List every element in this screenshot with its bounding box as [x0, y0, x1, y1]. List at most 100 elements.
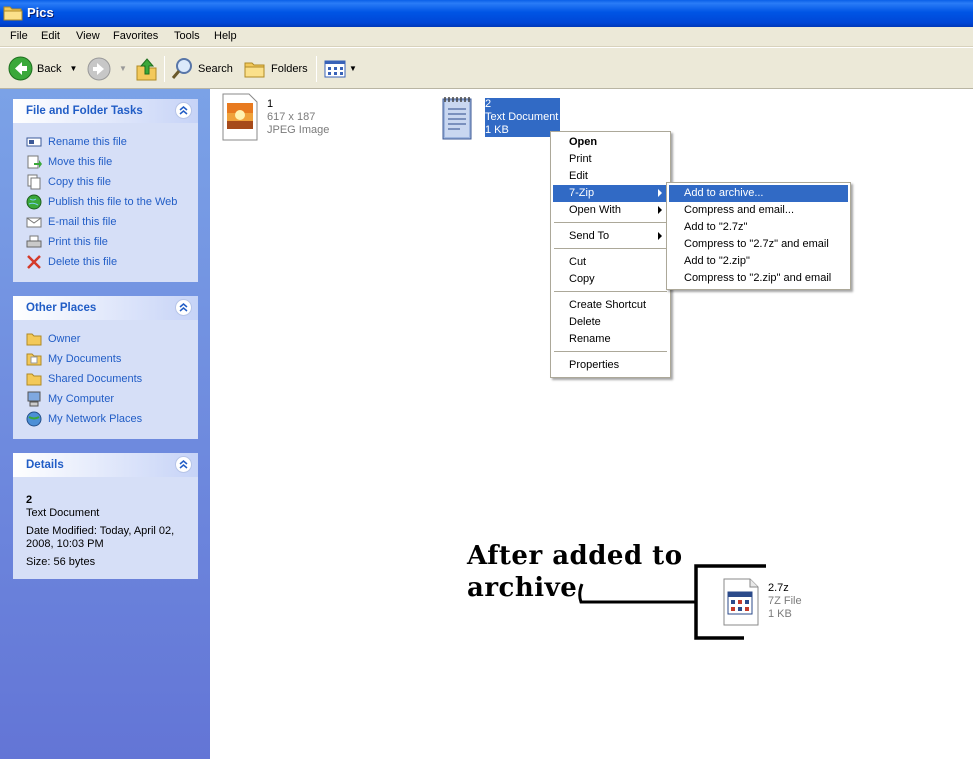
file-2-type: Text Document: [485, 111, 559, 123]
notepad-icon: [442, 97, 472, 140]
copy-file-link[interactable]: Copy this file: [26, 174, 111, 190]
menu-item-copy[interactable]: Copy: [569, 271, 595, 288]
file-folder-tasks-title: File and Folder Tasks: [26, 105, 143, 117]
delete-file-label: Delete this file: [48, 256, 118, 268]
place-shared-documents-label: Shared Documents: [48, 373, 143, 385]
place-network-link[interactable]: My Network Places: [26, 411, 142, 427]
collapse-chevron-icon[interactable]: [175, 456, 192, 473]
email-icon: [26, 217, 42, 228]
menu-separator: [554, 291, 667, 292]
rename-file-link[interactable]: Rename this file: [26, 134, 127, 150]
email-file-label: E-mail this file: [48, 216, 117, 228]
menu-item-7zip[interactable]: 7-Zip: [553, 185, 668, 202]
print-file-link[interactable]: Print this file: [26, 234, 108, 250]
move-icon: [27, 155, 42, 169]
menu-tools[interactable]: Tools: [174, 30, 200, 42]
forward-arrow-icon: [87, 57, 111, 80]
menu-item-properties[interactable]: Properties: [569, 357, 619, 374]
file-2-text[interactable]: [441, 95, 473, 144]
jpeg-image-icon: [222, 93, 258, 141]
file-folder-tasks-header[interactable]: File and Folder Tasks: [13, 99, 198, 123]
submenu-compress-7z-email[interactable]: Compress to "2.7z" and email: [684, 236, 829, 253]
place-owner-link[interactable]: Owner: [26, 331, 80, 347]
menu-favorites[interactable]: Favorites: [113, 30, 158, 42]
email-file-link[interactable]: E-mail this file: [26, 214, 116, 230]
menu-item-open[interactable]: Open: [569, 134, 597, 151]
back-button[interactable]: Back ▼: [8, 48, 77, 89]
file-1-dimensions: 617 x 187: [267, 111, 316, 123]
search-button[interactable]: Search: [171, 48, 233, 89]
publish-file-link[interactable]: Publish this file to the Web: [26, 194, 177, 210]
folder-icon: [26, 333, 42, 346]
other-places-header[interactable]: Other Places: [13, 296, 198, 320]
collapse-chevron-icon[interactable]: [175, 299, 192, 316]
menu-edit[interactable]: Edit: [41, 30, 60, 42]
file-1-name: 1: [267, 98, 274, 110]
copy-icon: [27, 174, 41, 190]
delete-file-link[interactable]: Delete this file: [26, 254, 117, 270]
delete-x-icon: [27, 255, 41, 269]
print-file-label: Print this file: [48, 236, 108, 248]
forward-button[interactable]: ▼: [87, 48, 127, 89]
details-header[interactable]: Details: [13, 453, 198, 477]
place-shared-documents-link[interactable]: Shared Documents: [26, 371, 142, 387]
menu-item-edit[interactable]: Edit: [569, 168, 588, 185]
other-places-title: Other Places: [26, 302, 97, 314]
file-3-size: 1 KB: [768, 608, 792, 620]
submenu-compress-zip-email[interactable]: Compress to "2.zip" and email: [684, 270, 831, 287]
submenu-add-to-archive[interactable]: Add to archive...: [669, 185, 848, 202]
submenu-add-to-7z[interactable]: Add to "2.7z": [684, 219, 747, 236]
place-my-computer-link[interactable]: My Computer: [26, 391, 114, 407]
details-date-modified: Date Modified: Today, April 02,: [26, 525, 175, 537]
views-icon: [324, 60, 346, 77]
submenu-arrow-icon: [658, 189, 662, 197]
menu-help[interactable]: Help: [214, 30, 237, 42]
network-globe-icon: [26, 411, 42, 427]
file-3-7z[interactable]: [721, 578, 761, 629]
menu-item-open-with[interactable]: Open With: [569, 202, 621, 219]
views-button[interactable]: ▼: [324, 48, 357, 89]
collapse-chevron-icon[interactable]: [175, 102, 192, 119]
rename-icon: [26, 137, 42, 147]
submenu-compress-and-email[interactable]: Compress and email...: [684, 202, 794, 219]
forward-dropdown-icon[interactable]: ▼: [119, 64, 127, 73]
title-bar[interactable]: Pics: [0, 0, 973, 27]
publish-file-label: Publish this file to the Web: [48, 196, 178, 208]
place-my-documents-label: My Documents: [48, 353, 122, 365]
up-folder-button[interactable]: [136, 48, 158, 89]
menu-item-print[interactable]: Print: [569, 151, 592, 168]
submenu-arrow-icon: [658, 232, 662, 240]
details-title: Details: [26, 459, 64, 471]
file-1-type: JPEG Image: [267, 124, 330, 136]
up-folder-icon: [136, 57, 157, 80]
computer-icon: [27, 391, 41, 407]
file-1-info[interactable]: 1 617 x 187 JPEG Image: [267, 98, 329, 137]
menu-view[interactable]: View: [76, 30, 100, 42]
submenu-arrow-icon: [658, 206, 662, 214]
views-dropdown-icon[interactable]: ▼: [349, 64, 357, 73]
menu-file[interactable]: File: [10, 30, 28, 42]
menu-item-create-shortcut[interactable]: Create Shortcut: [569, 297, 646, 314]
menu-bar: File Edit View Favorites Tools Help: [0, 27, 973, 47]
move-file-label: Move this file: [48, 156, 113, 168]
menu-item-cut[interactable]: Cut: [569, 254, 586, 271]
menu-item-delete[interactable]: Delete: [569, 314, 601, 331]
submenu-add-to-zip[interactable]: Add to "2.zip": [684, 253, 750, 270]
back-dropdown-icon[interactable]: ▼: [69, 64, 77, 73]
menu-item-rename[interactable]: Rename: [569, 331, 611, 348]
menu-separator: [554, 222, 667, 223]
place-my-documents-link[interactable]: My Documents: [26, 351, 121, 367]
place-network-label: My Network Places: [48, 413, 143, 425]
search-label: Search: [198, 62, 233, 75]
file-2-name: 2: [485, 98, 492, 110]
details-box: Details 2 Text Document Date Modified: T…: [13, 453, 198, 579]
move-file-link[interactable]: Move this file: [26, 154, 112, 170]
file-1-jpeg[interactable]: [221, 93, 259, 144]
documents-folder-icon: [26, 353, 42, 366]
place-owner-label: Owner: [48, 333, 81, 345]
details-date-modified-cont: 2008, 10:03 PM: [26, 538, 104, 550]
menu-item-send-to[interactable]: Send To: [569, 228, 609, 245]
folders-icon: [244, 62, 265, 77]
file-3-info[interactable]: 2.7z 7Z File 1 KB: [768, 582, 802, 621]
folders-button[interactable]: Folders: [244, 48, 308, 89]
